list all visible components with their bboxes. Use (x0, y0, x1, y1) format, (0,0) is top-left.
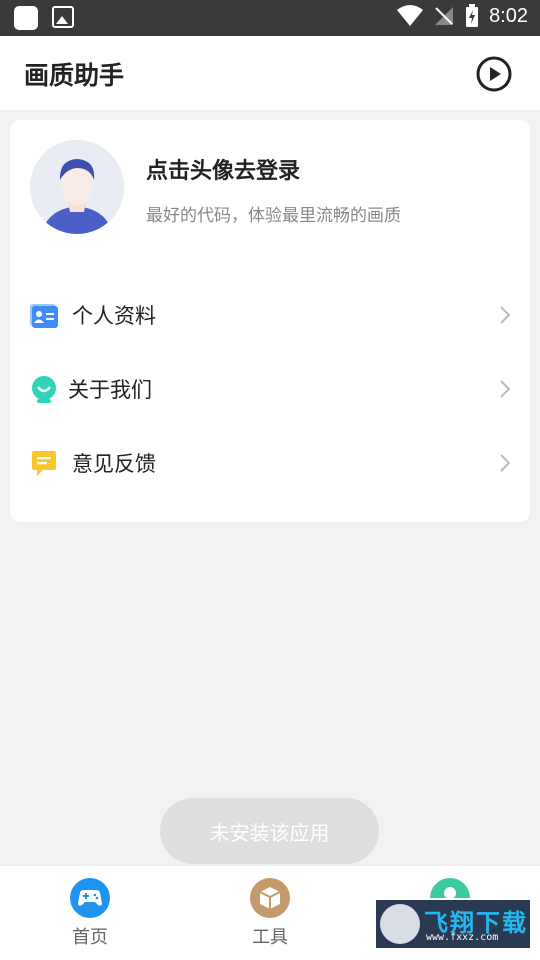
feedback-icon (32, 451, 56, 476)
menu-item-label: 意见反馈 (72, 452, 156, 476)
watermark-emblem-icon (380, 904, 420, 944)
login-prompt[interactable]: 点击头像去登录 (146, 153, 300, 185)
avatar[interactable] (30, 140, 124, 234)
user-avatar-icon (30, 140, 124, 234)
app-bar: 画质助手 (0, 36, 540, 110)
image-notification-icon (52, 6, 74, 28)
gamepad-icon (70, 878, 110, 918)
smiley-icon (32, 376, 56, 403)
tab-label: 工具 (252, 927, 288, 948)
tab-home[interactable]: 首页 (40, 878, 140, 953)
tab-tools[interactable]: 工具 (220, 878, 320, 953)
watermark-url: www.fxxz.com (426, 932, 499, 943)
page-title: 画质助手 (24, 61, 125, 90)
chevron-right-icon (500, 454, 511, 472)
toast-message: 未安装该应用 (160, 798, 379, 864)
watermark-logo: 飞翔下载 www.fxxz.com (374, 898, 532, 950)
status-time: 8:02 (489, 4, 528, 27)
wifi-icon (397, 5, 424, 26)
no-signal-icon (435, 7, 454, 25)
menu-item-feedback[interactable]: 意见反馈 (10, 426, 530, 500)
menu-item-profile[interactable]: 个人资料 (10, 278, 530, 352)
box-icon (250, 878, 290, 918)
chevron-right-icon (500, 380, 511, 398)
profile-card: 点击头像去登录 最好的代码，体验最里流畅的画质 个人资料 关于我们 意见反馈 (10, 120, 530, 522)
status-bar: 8:02 (0, 0, 540, 36)
tab-label: 首页 (72, 927, 108, 948)
play-circle-icon[interactable] (476, 56, 512, 92)
app-notification-icon (14, 6, 38, 30)
menu-item-about[interactable]: 关于我们 (10, 352, 530, 426)
menu-item-label: 关于我们 (68, 378, 152, 402)
menu-item-label: 个人资料 (72, 304, 156, 328)
chevron-right-icon (500, 306, 511, 324)
login-subtitle: 最好的代码，体验最里流畅的画质 (146, 206, 401, 226)
id-card-icon (30, 304, 58, 328)
battery-charging-icon (466, 4, 479, 27)
